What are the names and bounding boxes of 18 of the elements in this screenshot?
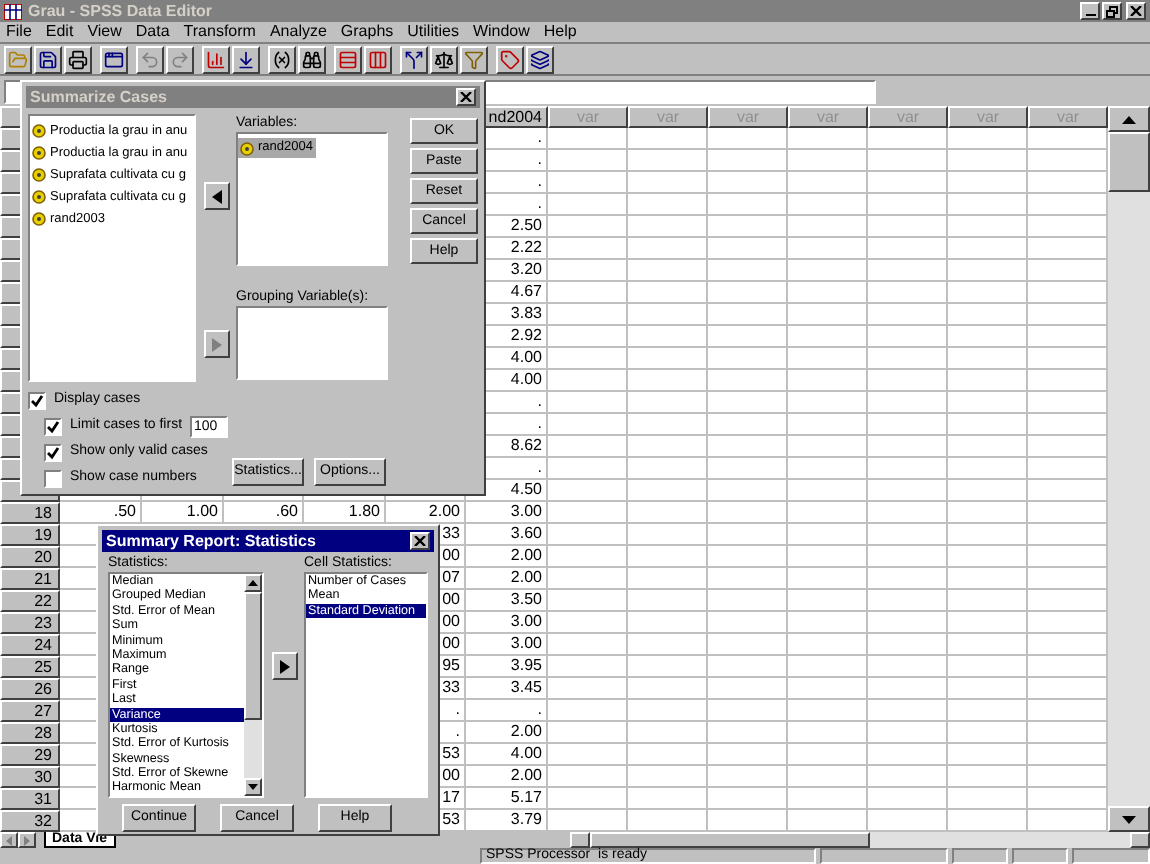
table-cell: 3.45 — [466, 678, 548, 700]
table-cell: 3.50 — [466, 590, 548, 612]
table-cell: 2.00 — [466, 546, 548, 568]
table-cell: 3.00 — [466, 612, 548, 634]
table-cell: 2.00 — [466, 766, 548, 788]
window-title: Grau - SPSS Data Editor — [28, 1, 213, 21]
table-cell: 5.17 — [466, 788, 548, 810]
table-cell: 2.00 — [466, 722, 548, 744]
table-cell: 4.00 — [466, 744, 548, 766]
table-cell: 3.00 — [466, 502, 548, 524]
dialog-title: Summary Report: Statistics — [106, 531, 316, 551]
table-cell: . — [466, 700, 548, 722]
table-cell: 3.60 — [466, 524, 548, 546]
table-cell: 3.00 — [466, 634, 548, 656]
dialog-title: Summarize Cases — [30, 87, 167, 107]
table-cell: 3.79 — [466, 810, 548, 832]
table-cell: 2.00 — [466, 568, 548, 590]
table-cell: 3.95 — [466, 656, 548, 678]
